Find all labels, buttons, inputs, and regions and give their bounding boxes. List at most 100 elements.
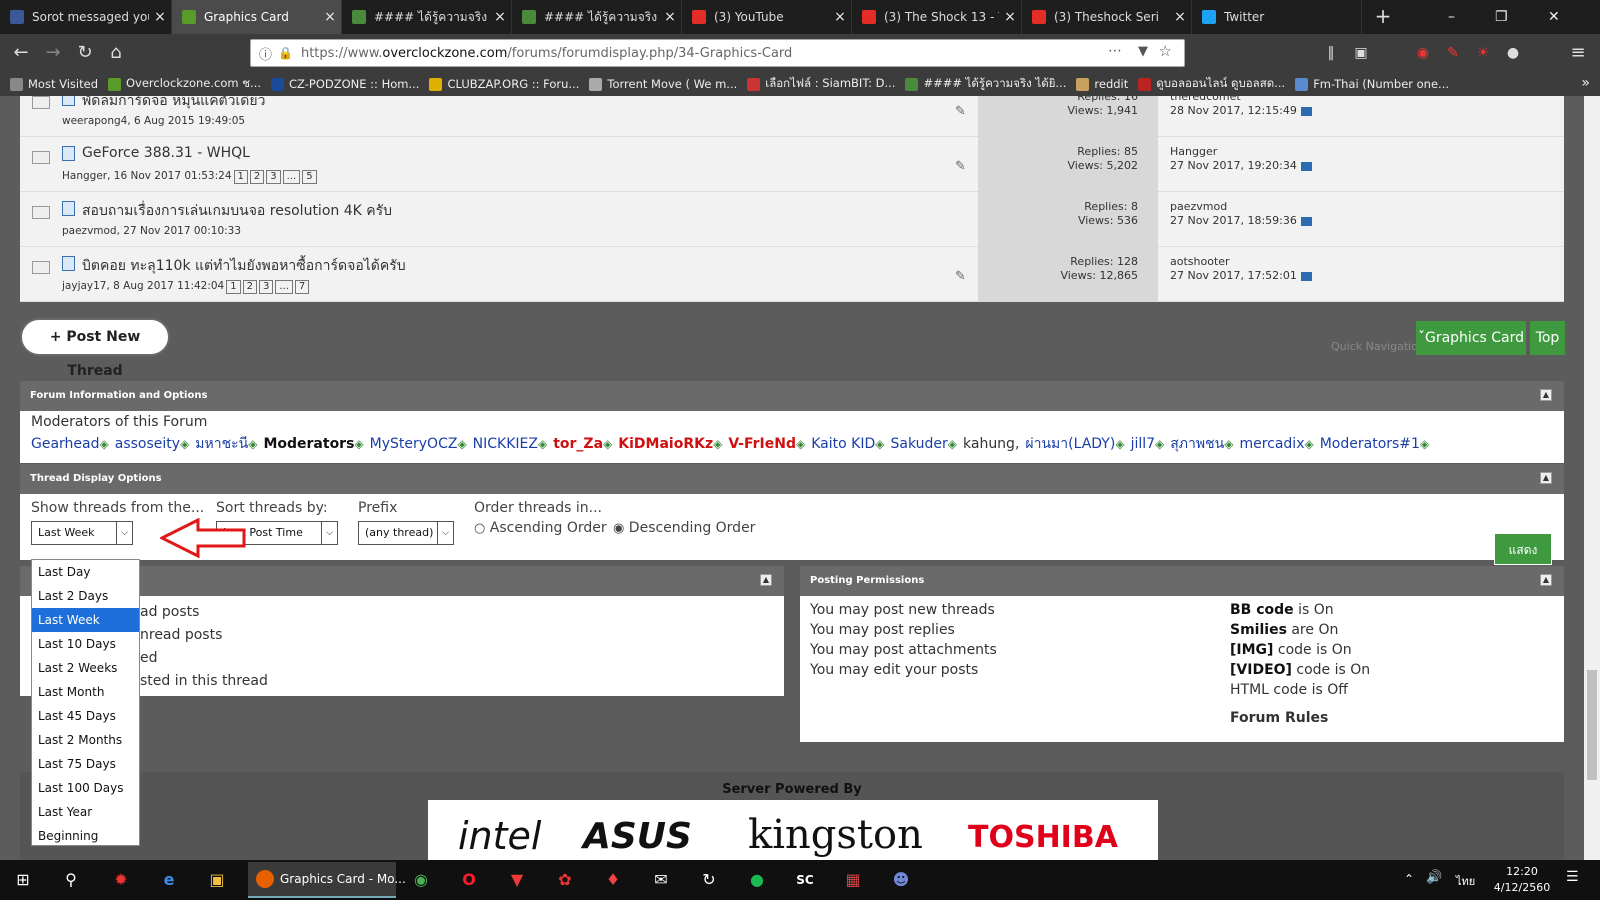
back-icon[interactable]: ←: [8, 40, 34, 66]
page-link[interactable]: 2: [242, 280, 257, 294]
bookmark-item[interactable]: Overclockzone.com ช...: [108, 75, 261, 93]
notifications-icon[interactable]: ☰: [1566, 869, 1579, 885]
setting-name[interactable]: BB code: [1230, 602, 1294, 618]
dropdown-option[interactable]: Last 2 Months: [32, 728, 139, 752]
spotify-icon[interactable]: ●: [740, 864, 774, 896]
pocket-icon[interactable]: ▼: [1138, 44, 1148, 59]
close-icon[interactable]: ×: [489, 9, 511, 25]
extension-icon[interactable]: ✎: [1440, 40, 1466, 66]
minimize-icon[interactable]: –: [1448, 0, 1455, 34]
forum-rules-link[interactable]: Forum Rules: [1230, 710, 1328, 726]
library-icon[interactable]: ‖: [1318, 40, 1344, 66]
windows-start-icon[interactable]: ⊞: [6, 864, 40, 896]
close-icon[interactable]: ×: [659, 9, 681, 25]
dropdown-option[interactable]: Last 2 Weeks: [32, 656, 139, 680]
clock[interactable]: 12:20 4/12/2560: [1490, 864, 1554, 896]
tab-8[interactable]: Twitter: [1192, 0, 1362, 34]
tab-3[interactable]: #### ได้รู้ความจริง ได้×: [342, 0, 512, 34]
discord-icon[interactable]: ☻: [884, 864, 918, 896]
go-to-last-post-icon[interactable]: [1300, 161, 1312, 171]
bookmark-item[interactable]: เลือกไฟล์ : SiamBIT: D...: [747, 75, 895, 93]
extension-icon[interactable]: ●: [1500, 40, 1526, 66]
app-icon[interactable]: SC: [788, 864, 822, 896]
moderator-link[interactable]: สุภาพชน: [1170, 436, 1224, 452]
language-indicator[interactable]: ไทย: [1456, 872, 1475, 890]
home-icon[interactable]: ⌂: [103, 40, 129, 66]
sidebar-icon[interactable]: ▣: [1348, 40, 1374, 66]
more-icon[interactable]: ⋯: [1108, 43, 1122, 59]
go-to-last-post-icon[interactable]: [1300, 216, 1312, 226]
collapse-icon[interactable]: ▲: [1540, 574, 1552, 586]
firefox-taskbar-item[interactable]: Graphics Card - Mo...: [248, 862, 406, 898]
last-post-user[interactable]: paezvmod: [1170, 200, 1312, 214]
bookmark-item[interactable]: Torrent Move ( We m...: [589, 77, 737, 91]
moderator-link[interactable]: assoseity: [115, 436, 180, 452]
dropdown-option[interactable]: Last Year: [32, 800, 139, 824]
thread-row[interactable]: พัดลมการ์ดจอ หมุนแค่ตัวเดียว weerapong4, …: [20, 96, 1564, 137]
moderator-link[interactable]: jill7: [1131, 436, 1155, 452]
setting-name[interactable]: [VIDEO]: [1230, 662, 1292, 678]
go-to-last-post-icon[interactable]: [1300, 271, 1312, 281]
page-link[interactable]: 2: [249, 170, 265, 184]
close-icon[interactable]: ×: [1169, 9, 1191, 25]
app-icon[interactable]: ✹: [104, 864, 138, 896]
last-post-user[interactable]: Hangger: [1170, 145, 1312, 159]
close-icon[interactable]: ×: [319, 9, 341, 25]
tab-7[interactable]: (3) Theshock Seri ×: [1022, 0, 1192, 34]
moderator-link[interactable]: V-FrIeNd: [728, 436, 796, 452]
moderator-link[interactable]: kahung,: [963, 436, 1019, 452]
close-icon[interactable]: ×: [829, 9, 851, 25]
bookmark-item[interactable]: #### ได้รู้ความจริง ได้ยิ...: [905, 75, 1066, 93]
thread-title[interactable]: บิตคอย ทะลุ110k แต่ทำไมยังพอหาซื้อการ์ดจ…: [82, 255, 406, 277]
app-icon[interactable]: ♦: [596, 864, 630, 896]
reload-icon[interactable]: ↻: [72, 40, 98, 66]
mail-icon[interactable]: ✉: [644, 864, 678, 896]
page-link[interactable]: ...: [275, 280, 293, 294]
bookmark-item[interactable]: ดูบอลออนไลน์ ดูบอลสด...: [1138, 75, 1285, 93]
show-threads-button[interactable]: แสดงกระทู้: [1494, 533, 1552, 589]
restore-icon[interactable]: ❐: [1495, 0, 1508, 34]
thread-title[interactable]: สอบถามเรื่องการเล่นเกมบนจอ resolution 4K…: [82, 200, 392, 222]
setting-name[interactable]: Smilies: [1230, 622, 1287, 638]
collapse-icon[interactable]: ▲: [1540, 472, 1552, 484]
dropdown-option[interactable]: Last 75 Days: [32, 752, 139, 776]
prefix-select[interactable]: (any thread) ⌵: [358, 521, 454, 545]
tray-chevron-icon[interactable]: ⌃: [1404, 872, 1414, 886]
bookmark-item[interactable]: Most Visited: [10, 77, 98, 91]
collapse-icon[interactable]: ▲: [1540, 389, 1552, 401]
moderator-link[interactable]: Moderators#1: [1320, 436, 1420, 452]
show-threads-select[interactable]: Last Week ⌵: [31, 521, 133, 545]
page-link[interactable]: ...: [282, 170, 301, 184]
page-link[interactable]: 1: [233, 170, 248, 184]
tab-1[interactable]: Sorot messaged you ×: [0, 0, 172, 34]
bookmark-star-icon[interactable]: ☆: [1159, 42, 1172, 60]
bookmark-item[interactable]: CZ-PODZONE :: Hom...: [271, 77, 419, 91]
moderator-link[interactable]: MySteryOCZ: [370, 436, 458, 452]
page-link[interactable]: 5: [302, 170, 317, 184]
app-icon[interactable]: ▦: [836, 864, 870, 896]
dropdown-option[interactable]: Last 2 Days: [32, 584, 139, 608]
page-link[interactable]: 3: [259, 280, 274, 294]
moderator-link[interactable]: Kaito KID: [811, 436, 875, 452]
chrome-icon[interactable]: ◉: [404, 864, 438, 896]
forward-icon[interactable]: →: [40, 40, 66, 66]
volume-icon[interactable]: 🔊: [1426, 870, 1442, 885]
thread-title[interactable]: GeForce 388.31 - WHQL: [82, 145, 250, 161]
scrollbar-thumb[interactable]: [1587, 670, 1597, 780]
close-icon[interactable]: ×: [149, 9, 171, 25]
extension-icon[interactable]: ◉: [1410, 40, 1436, 66]
extension-icon[interactable]: ☀: [1470, 40, 1496, 66]
dropdown-option[interactable]: Last 100 Days: [32, 776, 139, 800]
bookmark-item[interactable]: reddit: [1076, 77, 1128, 91]
edge-icon[interactable]: e: [152, 864, 186, 896]
thread-title[interactable]: พัดลมการ์ดจอ หมุนแค่ตัวเดียว: [82, 96, 265, 112]
dropdown-option[interactable]: Beginning: [32, 824, 139, 848]
descending-order-radio[interactable]: ◉ Descending Order: [613, 520, 755, 536]
refresh-app-icon[interactable]: ↻: [692, 864, 726, 896]
thread-row[interactable]: บิตคอย ทะลุ110k แต่ทำไมยังพอหาซื้อการ์ดจ…: [20, 247, 1564, 302]
file-explorer-icon[interactable]: ▣: [200, 864, 234, 896]
page-link[interactable]: 7: [294, 280, 310, 294]
go-to-last-post-icon[interactable]: [1300, 106, 1312, 116]
moderator-link[interactable]: Gearhead: [31, 436, 100, 452]
dropdown-option[interactable]: Last Month: [32, 680, 139, 704]
